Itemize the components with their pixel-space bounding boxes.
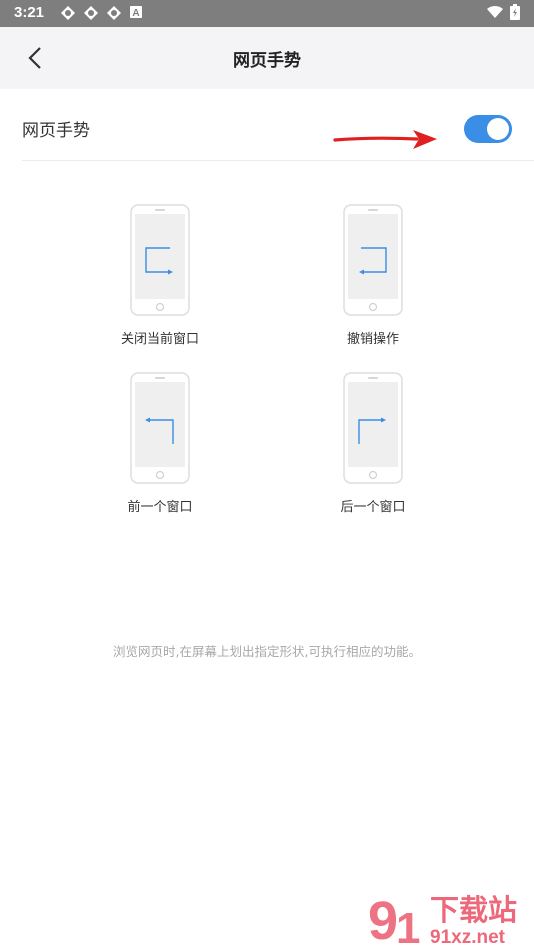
svg-text:9: 9: [368, 891, 398, 947]
gesture-close-window-icon: [130, 204, 190, 316]
setting-label: 网页手势: [22, 121, 90, 141]
wifi-icon: [487, 5, 503, 18]
notification-icon: [61, 6, 75, 20]
gesture-item-previous-window: 前一个窗口: [85, 372, 235, 522]
notification-icon: [84, 6, 98, 20]
gesture-label: 前一个窗口: [127, 500, 193, 515]
content-area: 网页手势 关闭当前窗口 撤销操作 前一个窗口 后一个窗口 浏览网页时,在屏幕上划…: [0, 89, 534, 950]
watermark-logo: 9 1 下载站 91xz.net: [368, 891, 517, 947]
gesture-label: 关闭当前窗口: [120, 332, 199, 347]
status-bar: 3:21 A: [0, 0, 534, 27]
gesture-hint-text: 浏览网页时,在屏幕上划出指定形状,可执行相应的功能。: [113, 644, 421, 659]
gesture-setting-row: 网页手势: [22, 89, 534, 161]
gesture-label: 撤销操作: [346, 332, 399, 347]
svg-text:1: 1: [396, 904, 420, 947]
a-badge-letter: A: [132, 8, 139, 19]
gesture-toggle[interactable]: [464, 115, 512, 143]
red-arrow-icon: [333, 130, 437, 149]
gesture-previous-window-icon: [130, 372, 190, 484]
a-badge-icon: A: [130, 6, 142, 19]
page-title: 网页手势: [233, 51, 301, 71]
navigation-bar: 网页手势: [0, 27, 534, 89]
gesture-item-close-window: 关闭当前窗口: [85, 204, 235, 354]
gesture-item-undo: 撤销操作: [298, 204, 448, 354]
gesture-label: 后一个窗口: [340, 500, 406, 515]
gesture-undo-icon: [343, 204, 403, 316]
battery-icon: [510, 4, 520, 20]
gesture-next-window-icon: [343, 372, 403, 484]
notification-icon: [107, 6, 121, 20]
gesture-item-next-window: 后一个窗口: [298, 372, 448, 522]
toggle-knob: [487, 118, 509, 140]
watermark-brand: 下载站: [430, 893, 517, 927]
watermark-domain: 91xz.net: [430, 927, 506, 947]
status-time: 3:21: [14, 4, 45, 21]
